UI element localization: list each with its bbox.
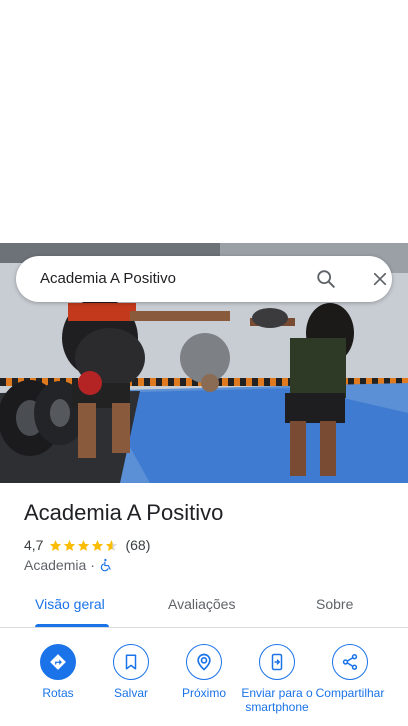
bookmark-icon <box>125 654 137 670</box>
map-blank-area <box>0 0 408 243</box>
tab-about[interactable]: Sobre <box>316 596 353 612</box>
save-circle[interactable] <box>113 644 149 680</box>
rating-stars <box>49 539 119 552</box>
tab-bar: Visão geral Avaliações Sobre <box>0 584 408 628</box>
star-icon <box>78 539 90 551</box>
share-button[interactable]: Compartilhar <box>310 644 390 700</box>
directions-label: Rotas <box>42 686 74 700</box>
send-to-phone-icon <box>271 653 283 671</box>
nearby-label: Próximo <box>181 686 226 700</box>
search-query-text[interactable]: Academia A Positivo <box>40 270 176 287</box>
share-label: Compartilhar <box>315 686 385 700</box>
save-button[interactable]: Salvar <box>91 644 171 700</box>
directions-button[interactable]: Rotas <box>18 644 98 700</box>
place-title: Academia A Positivo <box>24 500 224 525</box>
active-tab-indicator <box>35 624 109 627</box>
send-to-phone-button[interactable]: Enviar para o smartphone <box>237 644 317 714</box>
rating-value: 4,7 <box>24 537 44 553</box>
close-icon <box>373 272 387 286</box>
nearby-button[interactable]: Próximo <box>164 644 244 700</box>
half-star-icon <box>106 539 118 551</box>
close-button[interactable] <box>366 265 394 293</box>
share-circle[interactable] <box>332 644 368 680</box>
save-label: Salvar <box>113 686 148 700</box>
star-icon <box>64 539 76 551</box>
tab-reviews[interactable]: Avaliações <box>168 596 235 612</box>
category-label: Academia <box>24 557 87 573</box>
directions-icon <box>50 654 66 670</box>
rating-row[interactable]: 4,7 (68) <box>24 536 150 554</box>
nearby-icon <box>197 653 211 671</box>
review-count[interactable]: (68) <box>125 537 150 553</box>
separator-dot: · <box>90 557 95 573</box>
send-to-phone-circle[interactable] <box>259 644 295 680</box>
share-icon <box>342 654 358 670</box>
send-to-phone-label: Enviar para o smartphone <box>241 686 313 714</box>
tab-overview[interactable]: Visão geral <box>35 596 105 612</box>
nearby-circle[interactable] <box>186 644 222 680</box>
search-bar[interactable]: Academia A Positivo <box>16 256 392 302</box>
star-icon <box>92 539 104 551</box>
wheelchair-icon <box>100 558 111 572</box>
directions-circle[interactable] <box>40 644 76 680</box>
search-icon <box>317 270 335 288</box>
star-icon <box>50 539 62 551</box>
category-row: Academia · <box>24 556 113 574</box>
search-button[interactable] <box>312 265 340 293</box>
